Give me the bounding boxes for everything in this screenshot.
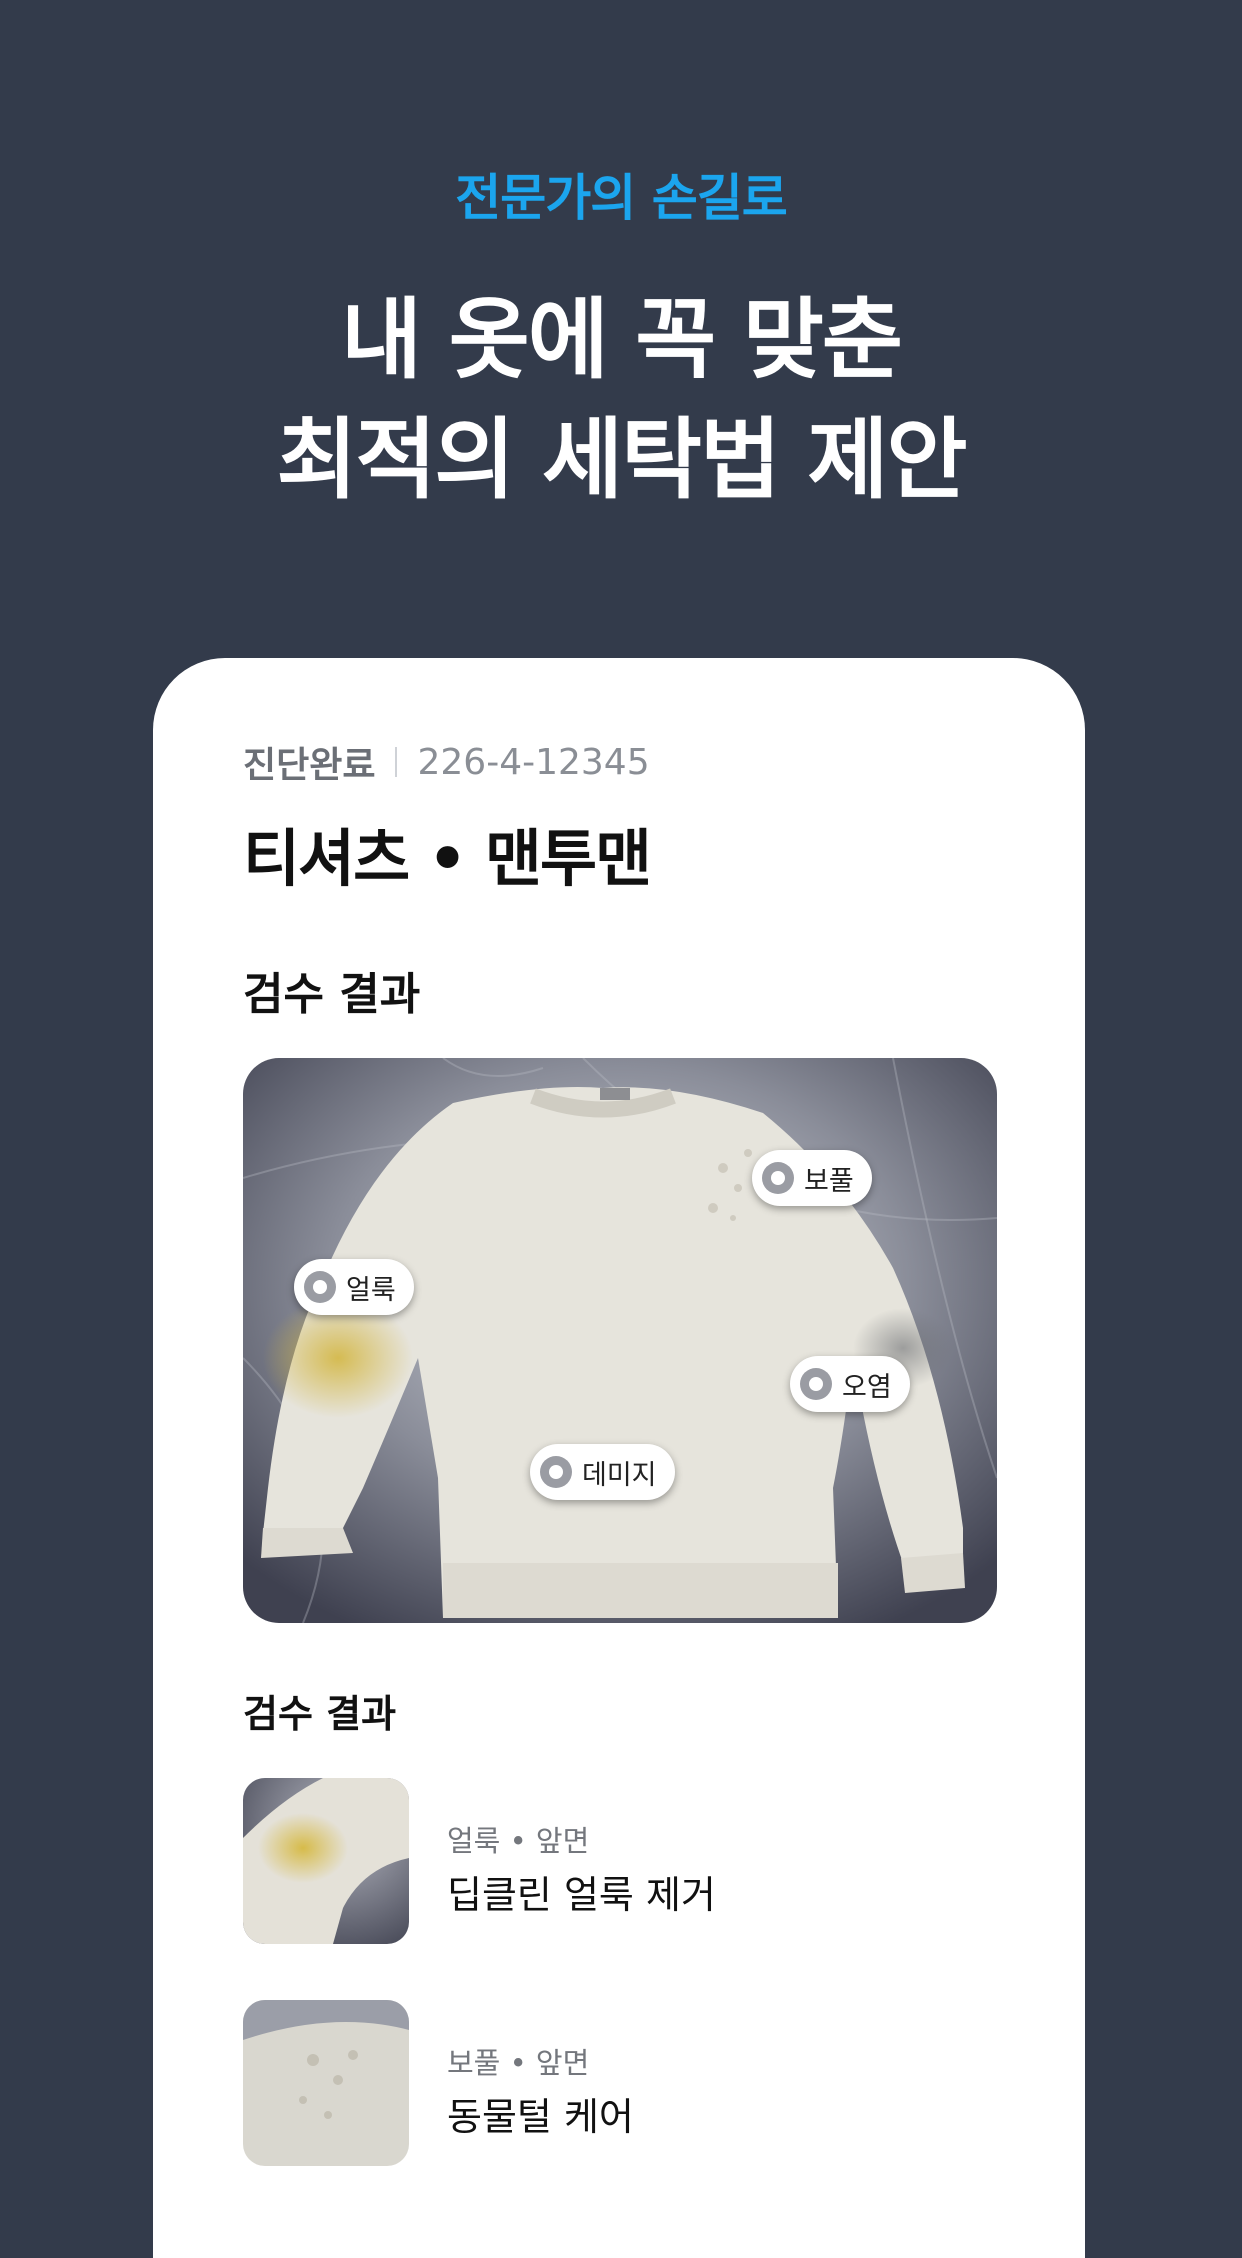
list-item[interactable]: 보풀 • 앞면 동물털 케어	[243, 2000, 1003, 2168]
hero-title: 내 옷에 꼭 맞춘 최적의 세탁법 제안	[0, 280, 1242, 520]
tag-label: 보풀	[804, 1165, 854, 1197]
stain-thumbnail	[243, 1778, 409, 1944]
tag-marker-icon	[304, 1271, 336, 1303]
results-title: 검수 결과	[243, 1692, 397, 1736]
status-label: 진단완료	[243, 745, 376, 786]
result-main: 동물털 케어	[447, 2095, 634, 2139]
inspection-card: 진단완료 226-4-12345 티셔츠 • 맨투맨 검수 결과 보풀 얼룩 오…	[153, 658, 1085, 2258]
tag-damage[interactable]: 데미지	[530, 1444, 675, 1500]
hero-subtitle: 전문가의 손길로	[455, 169, 787, 227]
pilling-thumbnail	[243, 2000, 409, 2166]
hero-title-line1: 내 옷에 꼭 맞춘	[341, 288, 903, 391]
garment-photo: 보풀 얼룩 오염 데미지	[243, 1058, 997, 1623]
result-sub: 얼룩 • 앞면	[447, 1824, 590, 1858]
tag-label: 데미지	[582, 1459, 657, 1491]
tag-label: 얼룩	[346, 1274, 396, 1306]
tag-marker-icon	[540, 1456, 572, 1488]
order-meta: 진단완료 226-4-12345	[243, 736, 650, 788]
tag-contamination[interactable]: 오염	[790, 1356, 910, 1412]
sweater-image	[243, 1058, 997, 1623]
tag-marker-icon	[762, 1162, 794, 1194]
list-item[interactable]: 얼룩 • 앞면 딥클린 얼룩 제거	[243, 1778, 1003, 1946]
result-main: 딥클린 얼룩 제거	[447, 1873, 716, 1917]
result-sub: 보풀 • 앞면	[447, 2046, 590, 2080]
product-title: 티셔츠 • 맨투맨	[243, 822, 652, 895]
order-code: 226-4-12345	[417, 741, 650, 783]
meta-divider	[395, 747, 398, 777]
tag-pilling[interactable]: 보풀	[752, 1150, 872, 1206]
section-title: 검수 결과	[243, 969, 421, 1020]
tag-label: 오염	[842, 1371, 892, 1403]
tag-marker-icon	[800, 1368, 832, 1400]
hero-title-line2: 최적의 세탁법 제안	[276, 408, 968, 511]
tag-stain[interactable]: 얼룩	[294, 1259, 414, 1315]
